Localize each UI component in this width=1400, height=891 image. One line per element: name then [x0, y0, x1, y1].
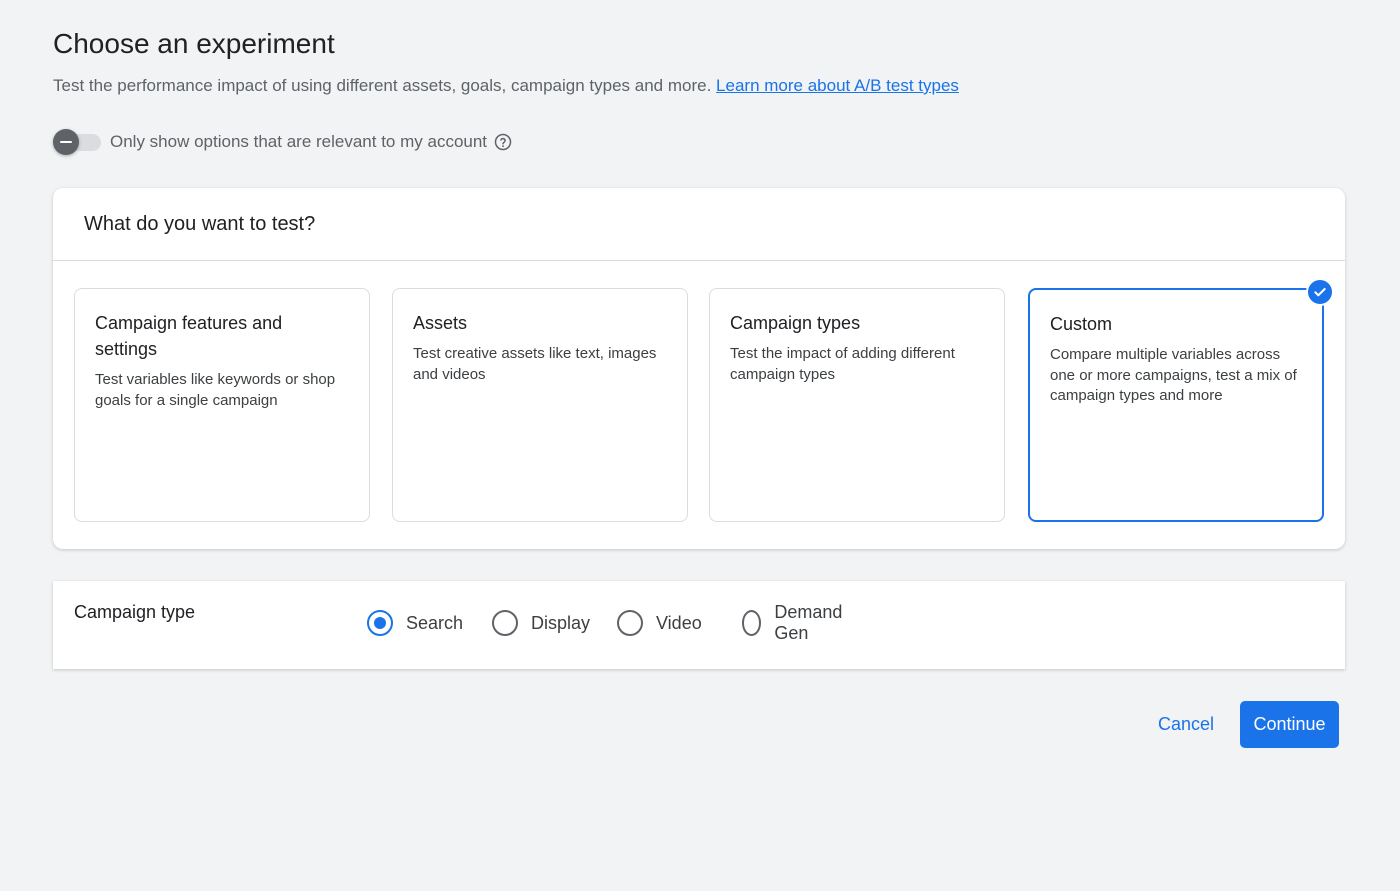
option-title: Custom — [1050, 314, 1113, 334]
test-section-heading: What do you want to test? — [53, 188, 1345, 261]
radio-label: Demand Gen — [774, 602, 843, 643]
radio-unchecked-icon — [742, 610, 762, 636]
test-selection-card: What do you want to test? Campaign featu… — [53, 188, 1345, 549]
check-circle-icon — [1306, 278, 1334, 306]
subtitle-text: Test the performance impact of using dif… — [53, 76, 712, 95]
relevance-toggle[interactable] — [53, 128, 101, 156]
option-campaign-types[interactable]: Campaign types Test the impact of adding… — [709, 288, 1005, 522]
page-title: Choose an experiment — [53, 28, 335, 59]
toggle-knob — [53, 129, 79, 155]
continue-button[interactable]: Continue — [1240, 701, 1339, 748]
radio-label: Search — [406, 612, 464, 633]
radio-label: Display — [531, 612, 591, 633]
experiment-page: Choose an experiment Test the performanc… — [0, 0, 1400, 891]
cancel-button[interactable]: Cancel — [1146, 701, 1226, 747]
option-custom[interactable]: Custom Compare multiple variables across… — [1028, 278, 1334, 522]
option-title: Campaign features and settings — [95, 313, 283, 359]
campaign-type-card: Campaign type Search Display Video Deman… — [53, 581, 1345, 669]
relevance-toggle-row: Only show options that are relevant to m… — [53, 128, 512, 156]
campaign-type-label: Campaign type — [74, 602, 196, 622]
option-description: Test creative assets like text, images a… — [413, 345, 657, 383]
radio-demand-gen[interactable]: Demand Gen — [742, 602, 849, 643]
radio-unchecked-icon — [617, 610, 643, 636]
radio-search[interactable]: Search — [367, 608, 463, 638]
option-title: Campaign types — [730, 313, 861, 333]
toggle-label: Only show options that are relevant to m… — [110, 132, 488, 151]
option-title: Assets — [413, 313, 468, 333]
option-campaign-features[interactable]: Campaign features and settings Test vari… — [74, 288, 370, 522]
option-description: Test the impact of adding different camp… — [730, 345, 955, 383]
option-description: Test variables like keywords or shop goa… — [95, 371, 336, 409]
option-description: Compare multiple variables across one or… — [1050, 346, 1297, 404]
radio-unchecked-icon — [492, 610, 518, 636]
help-circle-icon[interactable] — [494, 133, 512, 151]
page-subtitle: Test the performance impact of using dif… — [53, 74, 959, 98]
radio-checked-icon — [367, 610, 393, 636]
radio-label: Video — [656, 612, 702, 633]
learn-more-link[interactable]: Learn more about A/B test types — [716, 76, 959, 95]
option-assets[interactable]: Assets Test creative assets like text, i… — [392, 288, 688, 522]
radio-display[interactable]: Display — [492, 608, 590, 638]
radio-video[interactable]: Video — [617, 608, 702, 638]
minus-icon — [60, 141, 72, 143]
